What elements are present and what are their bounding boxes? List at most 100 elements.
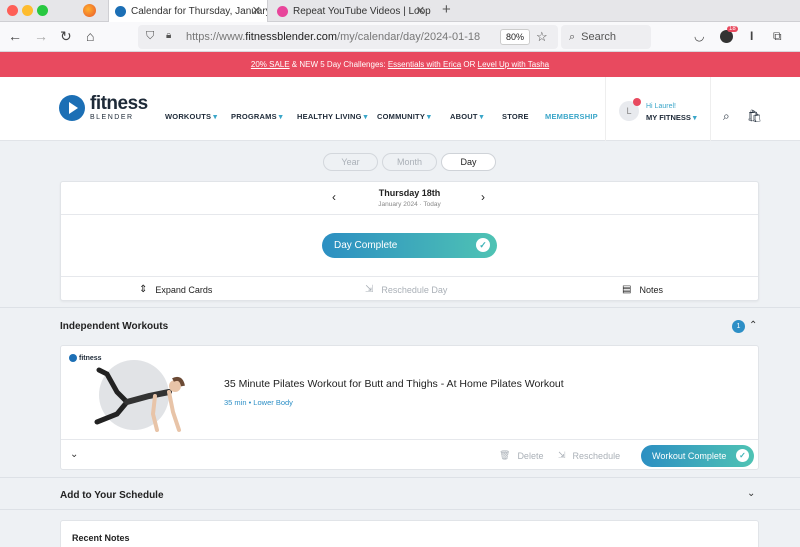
greeting: Hi Laurel! (646, 103, 676, 110)
forward-arrow-icon[interactable]: → (34, 28, 48, 44)
reschedule-day-button[interactable]: ⇲ Reschedule Day (365, 284, 447, 295)
promo-sale-link[interactable]: 20% SALE (251, 60, 290, 69)
next-day-button[interactable]: › (481, 190, 485, 204)
looptube-favicon-icon (277, 5, 288, 17)
shield-icon[interactable]: ⛉ (146, 30, 154, 43)
logo-wordmark: fitness (90, 93, 148, 114)
url-prefix: https://www. (186, 31, 246, 43)
back-arrow-icon[interactable]: ← (8, 28, 22, 44)
delete-workout-button[interactable]: 🗑︎ Delete (499, 450, 543, 461)
promo-banner: 20% SALE & NEW 5 Day Challenges: Essenti… (0, 52, 800, 77)
collapse-chevron-icon[interactable]: ⌃ (749, 320, 757, 331)
avatar-initial: L (626, 106, 632, 116)
zoom-level[interactable]: 80% (500, 29, 531, 45)
lock-icon[interactable]: 🔒︎ (166, 30, 171, 41)
nav-programs[interactable]: PROGRAMS ▾ (231, 112, 283, 121)
bookmark-star-icon[interactable]: ☆ (536, 29, 548, 45)
view-year-button[interactable]: Year (323, 153, 378, 171)
maximize-window-button[interactable] (37, 5, 48, 16)
nav-community[interactable]: COMMUNITY ▾ (377, 112, 431, 121)
workout-thumbnail[interactable]: fitness (69, 352, 189, 440)
firefox-icon (83, 4, 96, 17)
pilates-pose-illustration (94, 367, 185, 432)
fitness-blender-favicon-icon (115, 5, 126, 17)
divider (0, 307, 800, 308)
reload-icon[interactable]: ↻ (60, 28, 72, 45)
url-domain: fitnessblender.com (245, 31, 338, 43)
site-header: fitness BLENDER WORKOUTS ▾ PROGRAMS ▾ HEAL… (0, 77, 800, 141)
play-logo-icon (59, 94, 85, 121)
recent-notes-card: Recent Notes (60, 520, 759, 547)
workout-meta[interactable]: 35 min • Lower Body (224, 398, 293, 407)
browser-toolbar: ← → ↻ ⌂ ⛉ 🔒︎ https://www.fitnessblender.… (0, 22, 800, 52)
promo-or: OR (461, 60, 478, 69)
day-complete-button[interactable]: Day Complete ✓ (322, 233, 497, 258)
trash-icon: 🗑︎ (499, 450, 511, 460)
promo-challenge-link-2[interactable]: Level Up with Tasha (478, 60, 549, 69)
browser-tab-bar: Calendar for Thursday, January ✕ Repeat … (0, 0, 800, 22)
notes-label: Notes (639, 284, 663, 295)
nav-healthy-living[interactable]: HEALTHY LIVING ▾ (297, 112, 368, 121)
close-tab-icon[interactable]: ✕ (252, 4, 261, 17)
add-to-schedule-heading[interactable]: Add to Your Schedule (60, 490, 164, 501)
reschedule-workout-button[interactable]: ⇲ Reschedule (558, 450, 620, 461)
promo-text: & NEW 5 Day Challenges: (289, 60, 388, 69)
view-day-button[interactable]: Day (441, 153, 496, 171)
nav-membership[interactable]: MEMBERSHIP (545, 112, 598, 121)
reschedule-icon: ⇲ (365, 284, 374, 295)
avatar: L (619, 98, 641, 121)
address-bar[interactable]: ⛉ 🔒︎ https://www.fitnessblender.com/my/c… (138, 25, 558, 49)
date-navigator: ‹ Thursday 18th January 2024 · Today › (61, 182, 758, 215)
day-actions: ⇕ Expand Cards ⇲ Reschedule Day ▤ Notes (61, 276, 758, 302)
notification-badge: 18 (727, 26, 738, 32)
fitness-blender-logo[interactable]: fitness BLENDER (59, 94, 148, 121)
tab-title: Calendar for Thursday, January (131, 5, 268, 17)
day-title: Thursday 18th (378, 188, 441, 198)
expand-chevron-icon[interactable]: ⌄ (70, 449, 78, 460)
search-placeholder: Search (581, 31, 617, 43)
thumbnail-logo: fitness (69, 354, 102, 362)
nav-about[interactable]: ABOUT ▾ (450, 112, 484, 121)
expand-chevron-icon[interactable]: ⌄ (747, 488, 755, 499)
shopping-bag-icon[interactable]: 🛍︎ (747, 109, 762, 123)
view-month-button[interactable]: Month (382, 153, 437, 171)
pocket-icon[interactable]: ◡ (694, 29, 704, 43)
delete-label: Delete (517, 450, 544, 461)
divider (0, 477, 800, 478)
nav-store[interactable]: STORE (502, 112, 529, 121)
recent-notes-heading: Recent Notes (72, 533, 130, 543)
reschedule-day-label: Reschedule Day (381, 284, 448, 295)
minimize-window-button[interactable] (22, 5, 33, 16)
close-window-button[interactable] (7, 5, 18, 16)
workout-count-badge: 1 (732, 320, 745, 333)
search-input[interactable]: ⌕ Search (561, 25, 651, 49)
notes-button[interactable]: ▤ Notes (622, 284, 663, 295)
extensions-icon[interactable]: ⧉ (773, 29, 782, 44)
reader-icon[interactable]: I (750, 29, 753, 43)
expand-cards-label: Expand Cards (155, 284, 213, 295)
check-icon: ✓ (476, 238, 490, 252)
workout-title[interactable]: 35 Minute Pilates Workout for Butt and T… (224, 378, 564, 390)
notes-icon: ▤ (622, 284, 632, 295)
expand-icon: ⇕ (139, 284, 148, 295)
home-icon[interactable]: ⌂ (86, 28, 94, 44)
notification-dot (633, 98, 641, 106)
nav-workouts[interactable]: WORKOUTS ▾ (165, 112, 217, 121)
search-icon: ⌕ (569, 30, 576, 43)
workout-complete-button[interactable]: Workout Complete ✓ (641, 445, 754, 467)
tab-looptube[interactable]: Repeat YouTube Videos | LoopTu ✕ (271, 0, 431, 22)
search-icon[interactable]: ⌕ (723, 109, 730, 124)
tab-title: Repeat YouTube Videos | LoopTu (293, 5, 431, 17)
workout-card[interactable]: fitness 35 Minute Pilates Workout for Bu… (60, 345, 759, 470)
my-fitness-menu[interactable]: MY FITNESS ▾ (646, 113, 697, 122)
new-tab-icon[interactable]: + (442, 1, 451, 18)
user-menu[interactable]: L Hi Laurel! MY FITNESS ▾ (605, 77, 711, 141)
reschedule-icon: ⇲ (558, 450, 566, 460)
tab-calendar[interactable]: Calendar for Thursday, January ✕ (108, 0, 268, 22)
expand-cards-button[interactable]: ⇕ Expand Cards (139, 284, 212, 295)
promo-challenge-link-1[interactable]: Essentials with Erica (388, 60, 461, 69)
url-text[interactable]: https://www.fitnessblender.com/my/calend… (186, 31, 480, 43)
logo-subtext: BLENDER (90, 114, 134, 121)
close-tab-icon[interactable]: ✕ (416, 4, 425, 17)
day-card: ‹ Thursday 18th January 2024 · Today › D… (60, 181, 759, 301)
